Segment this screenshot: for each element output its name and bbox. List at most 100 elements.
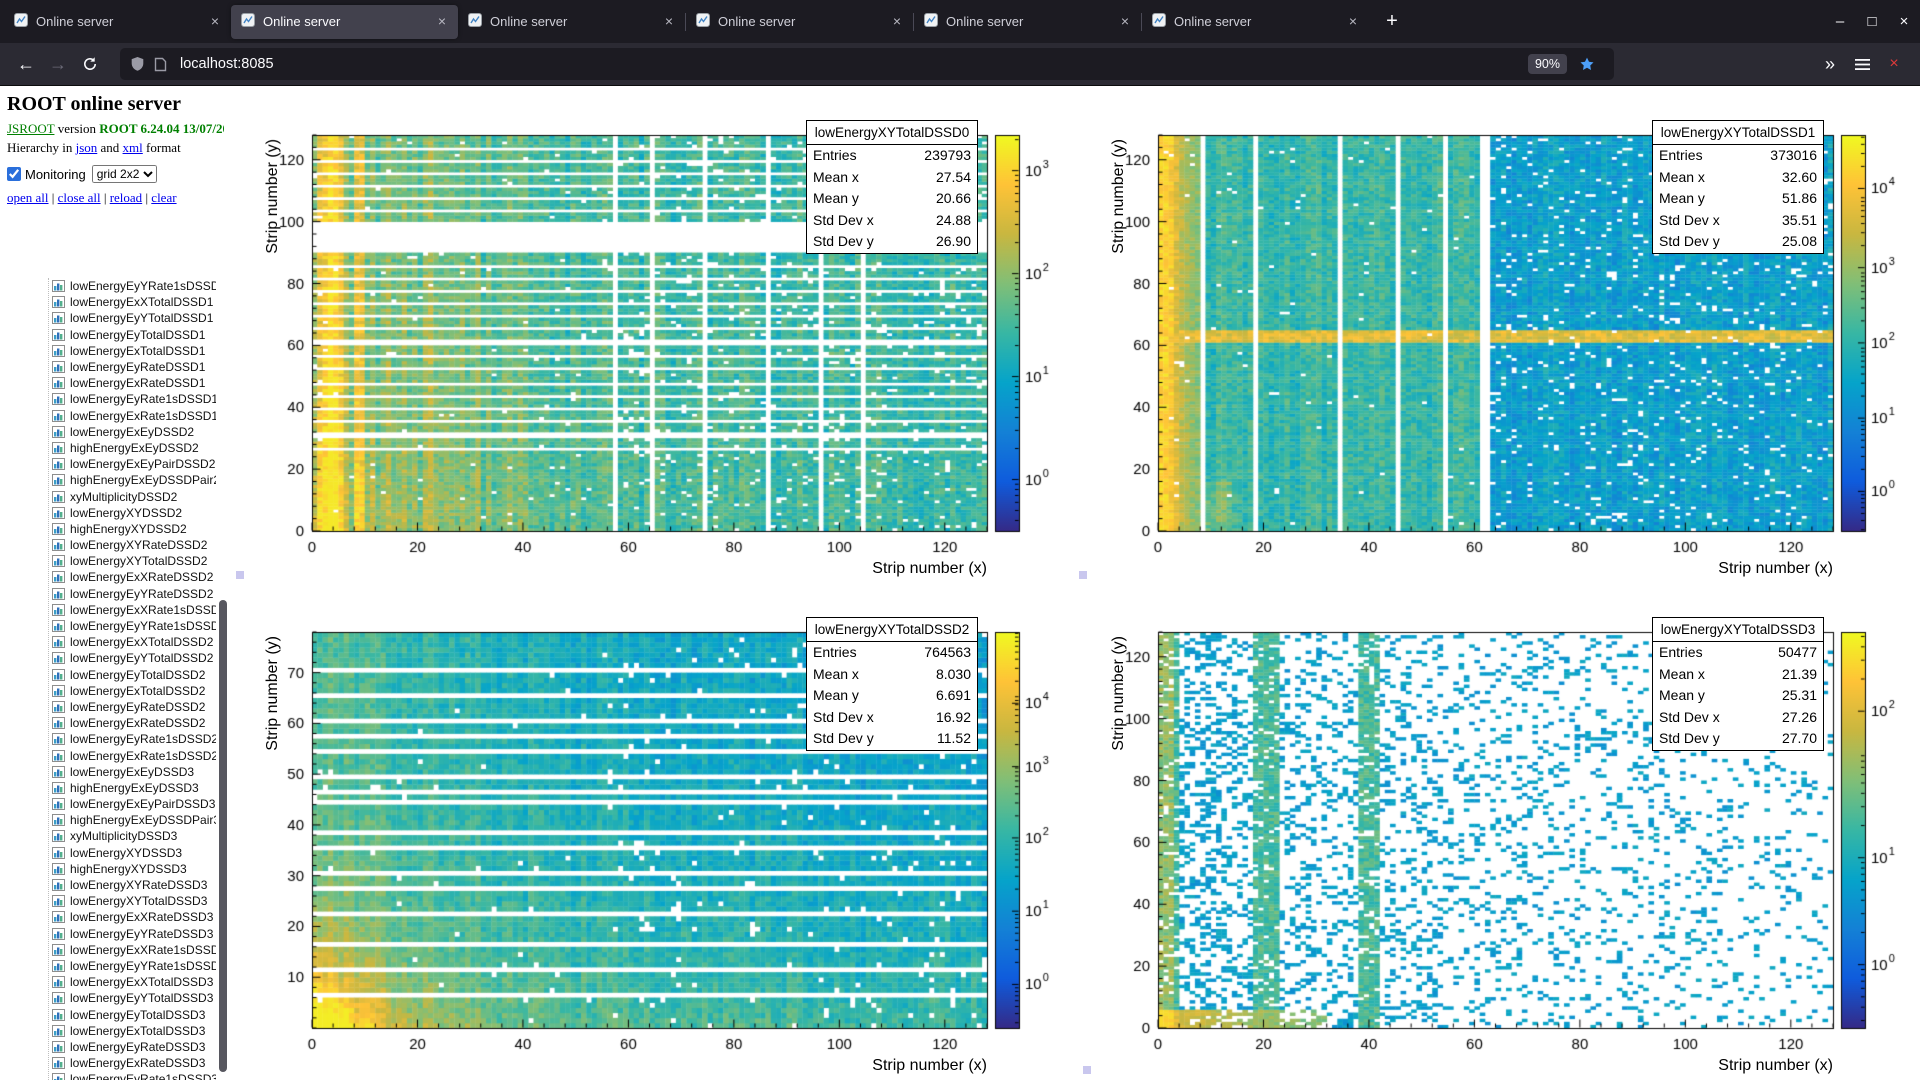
browser-tab[interactable]: Online server ×	[1142, 5, 1369, 39]
tree-item[interactable]: lowEnergyExXTotalDSSD2	[0, 634, 216, 650]
jsroot-link[interactable]: JSROOT	[7, 121, 54, 136]
tree-item[interactable]: lowEnergyExEyPairDSSD3	[0, 796, 216, 812]
tab-close-icon[interactable]: ×	[205, 12, 225, 32]
back-button[interactable]: ←	[10, 48, 42, 80]
tree-item[interactable]: lowEnergyExRateDSSD1	[0, 375, 216, 391]
tree-item[interactable]: lowEnergyExTotalDSSD3	[0, 1023, 216, 1039]
tree-item[interactable]: lowEnergyExXRateDSSD2	[0, 569, 216, 585]
plot-lowEnergyXYTotalDSSD3[interactable]: Strip number (y) Strip number (x) lowEnerg…	[1074, 583, 1920, 1080]
grid-resize-handle[interactable]	[236, 571, 244, 579]
browser-tab[interactable]: Online server ×	[458, 5, 685, 39]
overflow-menu-icon[interactable]: »	[1814, 48, 1846, 80]
tree-item[interactable]: lowEnergyXYRateDSSD2	[0, 537, 216, 553]
tree-item[interactable]: lowEnergyExXTotalDSSD3	[0, 974, 216, 990]
tree-item[interactable]: highEnergyXYDSSD3	[0, 861, 216, 877]
tree-item[interactable]: lowEnergyEyTotalDSSD3	[0, 1006, 216, 1022]
json-link[interactable]: json	[76, 140, 98, 155]
tree-item[interactable]: lowEnergyEyYTotalDSSD3	[0, 990, 216, 1006]
stats-box[interactable]: lowEnergyXYTotalDSSD3 Entries 50477 Mean x 2…	[1652, 617, 1824, 751]
tab-close-icon[interactable]: ×	[1115, 12, 1135, 32]
site-info-page-icon[interactable]	[154, 57, 167, 72]
tree-item[interactable]: lowEnergyExTotalDSSD2	[0, 683, 216, 699]
url-text[interactable]: localhost:8085	[180, 56, 1528, 72]
tab-close-icon[interactable]: ×	[659, 12, 679, 32]
tree-item[interactable]: lowEnergyEyYRateDSSD2	[0, 586, 216, 602]
tree-item[interactable]: lowEnergyEyTotalDSSD2	[0, 667, 216, 683]
tree-item[interactable]: lowEnergyExXRateDSSD3	[0, 909, 216, 925]
tree-item[interactable]: xyMultiplicityDSSD2	[0, 488, 216, 504]
tree-item[interactable]: lowEnergyXYTotalDSSD2	[0, 553, 216, 569]
tab-close-icon[interactable]: ×	[1343, 12, 1363, 32]
grid-layout-select[interactable]: grid 2x2	[91, 165, 157, 183]
window-minimize-button[interactable]: –	[1824, 0, 1856, 43]
tree-item[interactable]: lowEnergyEyYRate1sDSSD3	[0, 958, 216, 974]
stats-box[interactable]: lowEnergyXYTotalDSSD2 Entries 764563 Mean x…	[806, 617, 978, 751]
tree-item[interactable]: lowEnergyEyYRateDSSD3	[0, 926, 216, 942]
window-close-button[interactable]: ×	[1888, 0, 1920, 43]
open-all-link[interactable]: open all	[7, 190, 49, 205]
tree-item[interactable]: xyMultiplicityDSSD3	[0, 828, 216, 844]
tree-item[interactable]: highEnergyExEyDSSDPair3	[0, 812, 216, 828]
stats-box[interactable]: lowEnergyXYTotalDSSD0 Entries 239793 Mean x…	[806, 120, 978, 254]
zoom-indicator[interactable]: 90%	[1527, 54, 1567, 74]
tree-item[interactable]: lowEnergyExTotalDSSD1	[0, 343, 216, 359]
browser-tab[interactable]: Online server ×	[686, 5, 913, 39]
tree-item[interactable]: lowEnergyExRateDSSD2	[0, 715, 216, 731]
plot-lowEnergyXYTotalDSSD0[interactable]: Strip number (y) Strip number (x) lowEnerg…	[228, 86, 1074, 583]
tree-item[interactable]: lowEnergyExRate1sDSSD1	[0, 408, 216, 424]
tree-item[interactable]: lowEnergyEyRate1sDSSD1	[0, 391, 216, 407]
reload-link[interactable]: reload	[110, 190, 142, 205]
sidebar-scrollbar-thumb[interactable]	[219, 600, 227, 1072]
tree-item[interactable]: lowEnergyEyRateDSSD2	[0, 699, 216, 715]
tree-item[interactable]: lowEnergyXYDSSD2	[0, 505, 216, 521]
url-bar[interactable]: localhost:8085 90%	[120, 48, 1614, 80]
bookmark-star-icon[interactable]	[1579, 56, 1595, 72]
tab-close-icon[interactable]: ×	[432, 12, 452, 32]
tree-item[interactable]: lowEnergyEyRate1sDSSD2	[0, 731, 216, 747]
clear-link[interactable]: clear	[151, 190, 176, 205]
tree-item[interactable]: lowEnergyExEyPairDSSD2	[0, 456, 216, 472]
tree-item[interactable]: lowEnergyEyYTotalDSSD2	[0, 650, 216, 666]
stats-box[interactable]: lowEnergyXYTotalDSSD1 Entries 373016 Mean x…	[1652, 120, 1824, 254]
tree-item[interactable]: highEnergyExEyDSSDPair2	[0, 472, 216, 488]
forward-button[interactable]: →	[42, 48, 74, 80]
extension-close-icon[interactable]: ×	[1878, 48, 1910, 80]
tab-close-icon[interactable]: ×	[887, 12, 907, 32]
browser-tab[interactable]: Online server ×	[231, 4, 458, 39]
tree-item[interactable]: lowEnergyEyRateDSSD3	[0, 1039, 216, 1055]
tree-item[interactable]: lowEnergyExRate1sDSSD2	[0, 747, 216, 763]
tree-item[interactable]: lowEnergyExXRate1sDSSD2	[0, 602, 216, 618]
tree-item[interactable]: lowEnergyEyRateDSSD1	[0, 359, 216, 375]
tree-item[interactable]: lowEnergyXYTotalDSSD3	[0, 893, 216, 909]
tree-item[interactable]: lowEnergyXYDSSD3	[0, 845, 216, 861]
close-all-link[interactable]: close all	[58, 190, 101, 205]
tree-item[interactable]: highEnergyExEyDSSD2	[0, 440, 216, 456]
tree-item[interactable]: lowEnergyExRateDSSD3	[0, 1055, 216, 1071]
tree-item[interactable]: lowEnergyEyTotalDSSD1	[0, 327, 216, 343]
plot-lowEnergyXYTotalDSSD1[interactable]: Strip number (y) Strip number (x) lowEnerg…	[1074, 86, 1920, 583]
histogram-icon	[52, 393, 65, 406]
reload-button[interactable]	[74, 48, 106, 80]
tree-item[interactable]: lowEnergyExXTotalDSSD1	[0, 294, 216, 310]
browser-tab[interactable]: Online server ×	[914, 5, 1141, 39]
tracking-protection-shield-icon[interactable]	[130, 56, 145, 72]
tree-item[interactable]: highEnergyXYDSSD2	[0, 521, 216, 537]
browser-tab[interactable]: Online server ×	[4, 5, 231, 39]
tree-item[interactable]: lowEnergyExXRate1sDSSD3	[0, 942, 216, 958]
tree-item[interactable]: lowEnergyEyYRate1sDSSD2	[0, 618, 216, 634]
tree-item[interactable]: highEnergyExEyDSSD3	[0, 780, 216, 796]
plot-lowEnergyXYTotalDSSD2[interactable]: Strip number (y) Strip number (x) lowEnerg…	[228, 583, 1074, 1080]
tree-item[interactable]: lowEnergyEyRate1sDSSD3	[0, 1071, 216, 1080]
tree-item[interactable]: lowEnergyXYRateDSSD3	[0, 877, 216, 893]
tree-item[interactable]: lowEnergyExEyDSSD2	[0, 424, 216, 440]
monitoring-checkbox[interactable]	[7, 167, 21, 181]
xml-link[interactable]: xml	[123, 140, 143, 155]
grid-resize-handle[interactable]	[1079, 571, 1087, 579]
tree-item[interactable]: lowEnergyEyYTotalDSSD1	[0, 310, 216, 326]
window-maximize-button[interactable]: □	[1856, 0, 1888, 43]
tree-item[interactable]: lowEnergyExEyDSSD3	[0, 764, 216, 780]
tree-item[interactable]: lowEnergyEyYRate1sDSSD1	[0, 278, 216, 294]
grid-resize-handle[interactable]	[1083, 1066, 1091, 1074]
new-tab-button[interactable]: +	[1375, 5, 1409, 39]
hamburger-menu-icon[interactable]	[1846, 48, 1878, 80]
